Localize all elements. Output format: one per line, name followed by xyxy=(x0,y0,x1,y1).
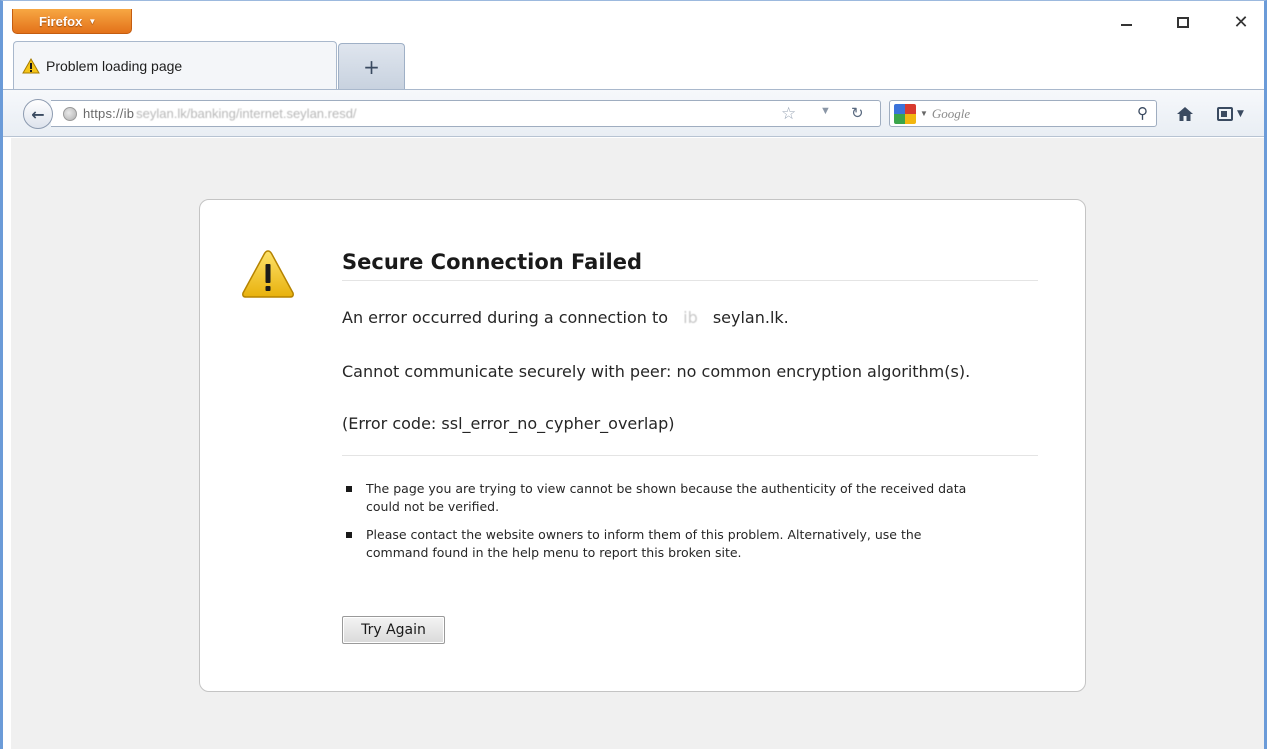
divider xyxy=(342,455,1038,456)
reload-icon[interactable]: ↻ xyxy=(851,104,864,122)
search-icon[interactable]: ⚲ xyxy=(1137,104,1148,123)
error-title: Secure Connection Failed xyxy=(342,250,1038,281)
globe-icon xyxy=(63,106,77,121)
tab-label: Problem loading page xyxy=(46,58,183,74)
url-prefix: https://ib xyxy=(83,106,135,121)
error-card: Secure Connection Failed An error occurr… xyxy=(199,199,1086,692)
bookmarks-icon xyxy=(1217,107,1233,121)
error-line1-host: seylan.lk. xyxy=(712,308,789,327)
url-bar[interactable]: https://ib seylan.lk/banking/internet.se… xyxy=(51,100,881,127)
maximize-icon xyxy=(1177,16,1189,28)
tab-problem-loading-page[interactable]: Problem loading page xyxy=(13,41,337,90)
page-content: Secure Connection Failed An error occurr… xyxy=(11,138,1264,749)
warning-icon xyxy=(242,250,294,298)
error-host-masked: ib xyxy=(683,308,698,327)
minimize-icon xyxy=(1120,24,1132,26)
maximize-button[interactable] xyxy=(1170,11,1196,33)
error-code: (Error code: ssl_error_no_cypher_overlap… xyxy=(342,414,675,433)
chevron-down-icon: ▼ xyxy=(1237,109,1244,119)
arrow-left-icon: ← xyxy=(31,104,45,124)
tab-strip: Problem loading page + xyxy=(3,41,1264,90)
home-button[interactable] xyxy=(1173,102,1197,126)
bookmarks-button[interactable]: ▼ xyxy=(1217,102,1255,126)
close-window-button[interactable]: ✕ xyxy=(1228,11,1254,33)
url-masked: seylan.lk/banking/internet.seylan.resd/ xyxy=(136,106,357,121)
browser-window: Firefox ▼ ✕ Problem loading page + https… xyxy=(0,0,1267,749)
title-bar: Firefox ▼ ✕ xyxy=(3,1,1264,41)
search-bar[interactable]: ▼ Google ⚲ xyxy=(889,100,1157,127)
bookmark-star-icon[interactable]: ☆ xyxy=(781,104,796,124)
chevron-down-icon: ▼ xyxy=(88,16,97,26)
firefox-menu-label: Firefox xyxy=(39,13,83,29)
error-help-list: The page you are trying to view cannot b… xyxy=(342,480,982,572)
search-placeholder: Google xyxy=(931,105,971,121)
error-line1-text: An error occurred during a connection to xyxy=(342,308,669,327)
url-history-dropdown-icon[interactable]: ▼ xyxy=(820,105,831,117)
list-item: The page you are trying to view cannot b… xyxy=(342,480,982,516)
warning-icon xyxy=(22,58,40,74)
home-icon xyxy=(1177,107,1193,121)
try-again-button[interactable]: Try Again xyxy=(342,616,445,644)
error-message-detail: Cannot communicate securely with peer: n… xyxy=(342,362,971,381)
back-button[interactable]: ← xyxy=(23,99,53,129)
firefox-menu-button[interactable]: Firefox ▼ xyxy=(12,9,132,34)
close-icon: ✕ xyxy=(1233,11,1249,33)
list-item: Please contact the website owners to inf… xyxy=(342,526,982,562)
minimize-button[interactable] xyxy=(1113,11,1139,33)
new-tab-button[interactable]: + xyxy=(338,43,405,89)
navigation-toolbar: https://ib seylan.lk/banking/internet.se… xyxy=(3,89,1264,137)
search-engine-dropdown-icon[interactable]: ▼ xyxy=(920,109,928,118)
plus-icon: + xyxy=(363,54,380,79)
error-message-connection: An error occurred during a connection to… xyxy=(342,308,1062,327)
google-engine-icon[interactable] xyxy=(894,103,916,124)
